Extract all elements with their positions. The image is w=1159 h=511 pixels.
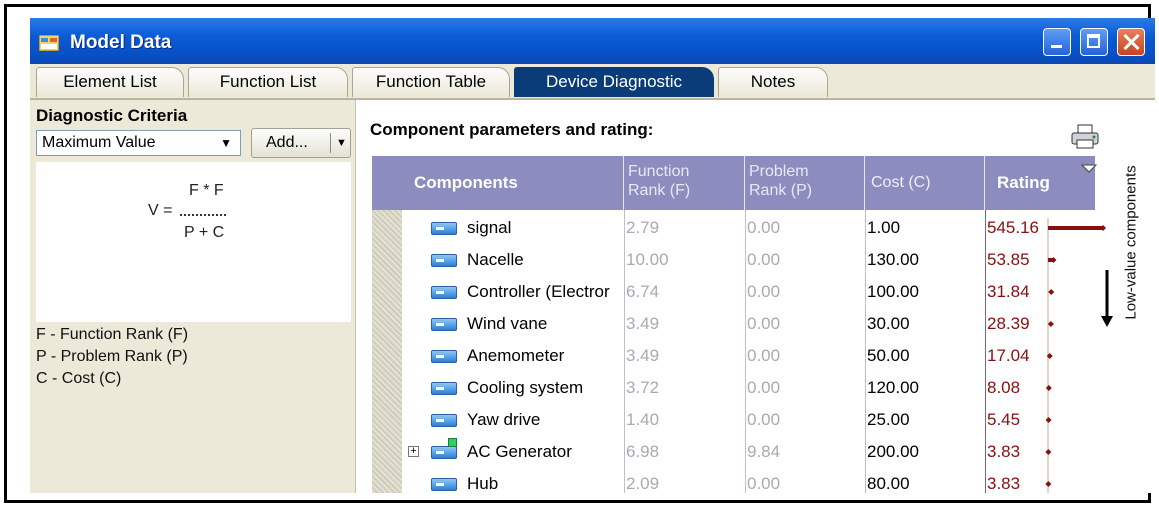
- table-title: Component parameters and rating:: [370, 120, 654, 139]
- title-bar[interactable]: Model Data: [30, 18, 1155, 64]
- rating-marker: [1048, 289, 1055, 295]
- split-divider: [330, 133, 331, 153]
- rating-bar-chart: [1045, 218, 1106, 493]
- minimize-button[interactable]: [1043, 28, 1071, 56]
- rating-marker: [1045, 417, 1052, 423]
- dropdown-arrow-icon[interactable]: ▼: [336, 129, 347, 157]
- legend-function-rank: F - Function Rank (F): [36, 326, 189, 343]
- rating-marker: [1045, 481, 1052, 487]
- model-data-window: Model Data Element List Function List Fu…: [30, 18, 1155, 493]
- formula-lhs: V =: [148, 202, 173, 219]
- add-button[interactable]: Add... ▼: [251, 128, 351, 158]
- legend-problem-rank: P - Problem Rank (P): [36, 348, 188, 365]
- formula-numerator: F * F: [189, 182, 224, 199]
- add-button-label: Add...: [266, 134, 308, 151]
- side-label-text: Low-value components: [1122, 165, 1140, 320]
- side-label: Low-value components: [1116, 150, 1140, 340]
- rating-marker: [1045, 449, 1052, 455]
- tab-function-table[interactable]: Function Table: [352, 67, 510, 97]
- rating-marker: [1045, 385, 1052, 391]
- window-title: Model Data: [70, 32, 172, 53]
- formula-denominator: P + C: [184, 224, 225, 241]
- app-icon: [39, 35, 59, 51]
- printer-icon[interactable]: [1070, 124, 1100, 150]
- rating-marker: [1050, 257, 1057, 263]
- criteria-select[interactable]: Maximum Value ▼: [36, 130, 241, 156]
- tab-bar: Element List Function List Function Tabl…: [30, 64, 1155, 100]
- component-table: Components Function Rank (F) Problem Ran…: [372, 156, 1106, 493]
- criteria-select-value: Maximum Value: [42, 134, 156, 151]
- close-button[interactable]: [1117, 28, 1145, 56]
- diagnostic-criteria-panel: Diagnostic Criteria Maximum Value ▼ Add.…: [30, 100, 356, 493]
- formula-box: F * F V = P + C: [36, 162, 351, 322]
- tab-element-list[interactable]: Element List: [36, 67, 184, 97]
- component-rating-panel: Component parameters and rating: Compone…: [356, 100, 1155, 493]
- maximize-button[interactable]: [1080, 28, 1108, 56]
- rating-marker: [1047, 321, 1054, 327]
- legend-cost: C - Cost (C): [36, 370, 122, 387]
- chevron-down-icon: ▼: [220, 136, 232, 150]
- criteria-title: Diagnostic Criteria: [36, 106, 188, 125]
- tab-notes[interactable]: Notes: [718, 67, 828, 97]
- tab-device-diagnostic[interactable]: Device Diagnostic: [514, 67, 714, 97]
- rating-marker: [1100, 225, 1106, 231]
- tab-function-list[interactable]: Function List: [188, 67, 348, 97]
- formula-fraction-bar: [180, 214, 226, 216]
- down-arrow-icon: [1101, 270, 1113, 327]
